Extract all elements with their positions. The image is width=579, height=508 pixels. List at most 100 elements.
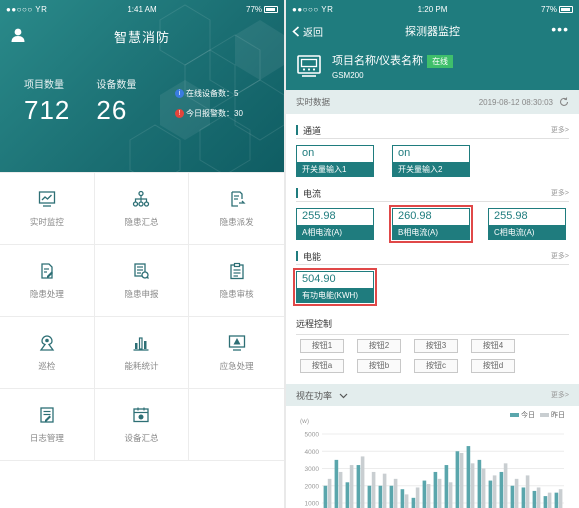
meter-device-icon (297, 55, 321, 77)
legend-label: 昨日 (551, 412, 565, 419)
y-tick-label: 2000 (305, 483, 320, 490)
back-label: 返回 (303, 28, 323, 39)
bar-today (499, 471, 504, 508)
bar-yesterday (536, 487, 541, 508)
remote-button-d[interactable]: 按钮d (471, 359, 515, 373)
data-tile-highlighted[interactable]: 260.98 B相电流(A) (389, 205, 473, 243)
section-title: 通道 (303, 125, 322, 136)
alert-icon: ! (175, 109, 184, 119)
power-title: 视在功率 (296, 390, 333, 401)
remote-button-b[interactable]: 按钮b (357, 359, 401, 373)
remote-button-4[interactable]: 按钮4 (471, 339, 515, 353)
bar-yesterday (349, 465, 354, 508)
channel-section: 通道 更多> on 开关量输入1 on 开关量输入2 (286, 124, 579, 177)
refresh-icon[interactable] (559, 97, 569, 107)
menu-item-hazard-dispatch[interactable]: 隐患派发 (189, 173, 284, 245)
menu-item-label: 实时监控 (29, 216, 64, 227)
menu-item-label: 隐患处理 (29, 288, 64, 299)
menu-item-hazard-review[interactable]: 隐患审核 (189, 245, 284, 317)
device-info: 项目名称/仪表名称 在线 GSM200 (286, 44, 579, 80)
bar-yesterday (492, 475, 497, 508)
tile-label: 有功电能(KWH) (297, 288, 373, 302)
alarm-monitor-icon (228, 334, 245, 351)
bar-yesterday (371, 471, 376, 508)
bar-today (488, 480, 493, 508)
bar-today (554, 492, 559, 508)
section-header: 通道 更多> (296, 124, 569, 136)
menu-item-hazard-report[interactable]: 隐患申报 (94, 245, 190, 317)
more-link[interactable]: 更多> (551, 188, 569, 198)
more-link[interactable]: 更多> (551, 125, 569, 135)
data-tile[interactable]: on 开关量输入2 (392, 145, 470, 177)
bar-yesterday (481, 468, 486, 508)
menu-item-label: 能耗统计 (124, 360, 159, 371)
online-devices-row: i 在线设备数：5 (175, 84, 243, 104)
menu-item-hazard-summary[interactable]: 隐患汇总 (94, 173, 190, 245)
back-button[interactable]: 返回 (292, 24, 323, 39)
apparent-power-bar: 视在功率 更多> (286, 384, 579, 406)
data-tile[interactable]: 255.98 A相电流(A) (296, 208, 374, 240)
realtime-data-bar: 实时数据 2019-08-12 08:30:03 (286, 90, 579, 114)
bar-today (356, 465, 361, 508)
data-tile[interactable]: 255.98 C相电流(A) (488, 208, 566, 240)
remote-button-c[interactable]: 按钮c (414, 359, 458, 373)
menu-item-log-management[interactable]: 日志管理 (0, 389, 95, 461)
more-options-button[interactable]: ••• (551, 21, 569, 37)
menu-item-device-summary[interactable]: 设备汇总 (94, 389, 190, 461)
divider (296, 138, 569, 139)
bar-today (422, 480, 427, 508)
y-tick-label: 3000 (305, 466, 320, 473)
power-bar-chart: 5000 4000 3000 2000 1000 (305, 432, 564, 508)
menu-item-patrol[interactable]: 巡检 (0, 317, 95, 389)
power-dropdown[interactable]: 视在功率 (296, 389, 551, 402)
menu-item-emergency[interactable]: 应急处理 (189, 317, 284, 389)
page-title: 探测器监控 (405, 26, 460, 38)
remote-button-3[interactable]: 按钮3 (414, 339, 458, 353)
channel-tiles: on 开关量输入1 on 开关量输入2 (296, 145, 569, 177)
tile-label: B相电流(A) (393, 225, 469, 239)
remote-button-a[interactable]: 按钮a (300, 359, 344, 373)
data-tile-highlighted[interactable]: 504.90 有功电能(KWH) (293, 268, 377, 306)
bar-today (532, 490, 537, 508)
remote-control-title: 远程控制 (296, 319, 333, 329)
menu-item-realtime-monitor[interactable]: 实时监控 (0, 173, 95, 245)
bar-yesterday (426, 484, 431, 508)
function-menu-grid: 实时监控 隐患汇总 隐患派发 隐患处理 隐患申报 隐患审核 巡检 能耗统计 应急… (0, 172, 284, 461)
energy-tiles: 504.90 有功电能(KWH) (293, 268, 569, 306)
divider (296, 264, 569, 265)
menu-item-hazard-handling[interactable]: 隐患处理 (0, 245, 95, 317)
tile-value: 504.90 (302, 273, 336, 285)
bar-yesterday (514, 478, 519, 508)
section-header: 电流 更多> (296, 187, 569, 199)
menu-item-label: 日志管理 (29, 432, 64, 443)
data-tile[interactable]: on 开关量输入1 (296, 145, 374, 177)
menu-item-label: 隐患汇总 (124, 216, 159, 227)
tile-label: C相电流(A) (489, 225, 565, 239)
more-link[interactable]: 更多> (551, 390, 569, 400)
more-link[interactable]: 更多> (551, 251, 569, 261)
home-screen: ●●○○○ YR 1:41 AM 77% 智慧消防 项目数量 712 设备数量 … (0, 0, 284, 508)
edit-doc-icon (41, 262, 53, 279)
remote-button-2[interactable]: 按钮2 (357, 339, 401, 353)
remote-button-1[interactable]: 按钮1 (300, 339, 344, 353)
dispatch-icon (231, 190, 246, 207)
battery-indicator: 77% (187, 5, 279, 14)
alarm-count-text: 今日报警数：30 (186, 109, 243, 118)
bar-today (543, 496, 548, 508)
bar-today (466, 446, 471, 508)
y-tick-label: 5000 (305, 432, 320, 439)
menu-item-energy-stats[interactable]: 能耗统计 (94, 317, 190, 389)
tile-label: 开关量输入1 (297, 162, 373, 176)
alarm-count-row: ! 今日报警数：30 (175, 104, 243, 124)
device-name-row: 项目名称/仪表名称 在线 (332, 52, 454, 68)
realtime-title: 实时数据 (296, 97, 331, 107)
battery-indicator: 77% (479, 5, 574, 14)
menu-item-label: 应急处理 (219, 360, 254, 371)
bar-today (334, 459, 339, 508)
tile-value: on (302, 147, 315, 159)
energy-section: 电能 更多> 504.90 有功电能(KWH) (286, 250, 579, 306)
device-count-value: 26 (96, 95, 128, 125)
status-time: 1:20 PM (417, 4, 448, 14)
user-icon[interactable] (10, 27, 26, 43)
tile-value: on (398, 147, 411, 159)
